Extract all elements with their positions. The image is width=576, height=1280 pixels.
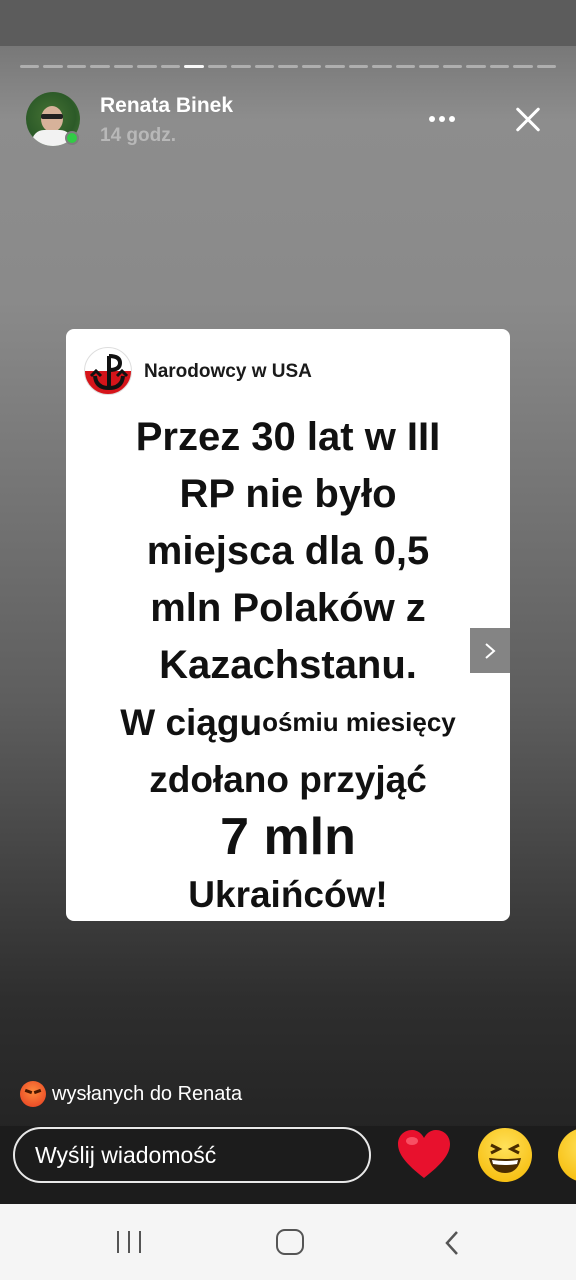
progress-segment — [90, 65, 110, 68]
heart-reaction-icon[interactable] — [396, 1128, 452, 1182]
progress-segment — [442, 65, 463, 68]
post-line: zdołano przyjąć — [149, 759, 427, 800]
progress-segment — [325, 65, 345, 68]
back-icon[interactable] — [438, 1228, 466, 1258]
more-dot-icon — [429, 116, 435, 122]
sent-reactions-note: wysłanych do Renata — [20, 1080, 242, 1108]
laughing-face-icon — [489, 1143, 521, 1173]
chevron-right-icon — [485, 642, 496, 659]
post-line: W ciąguośmiu miesięcy — [66, 694, 510, 751]
more-options-button[interactable] — [420, 104, 464, 134]
progress-segment — [372, 65, 392, 68]
progress-segment — [43, 65, 63, 68]
progress-segment — [348, 65, 369, 68]
recents-icon[interactable] — [112, 1228, 146, 1258]
progress-segment — [466, 65, 486, 68]
progress-segment — [419, 65, 439, 68]
story-progress-bar — [20, 65, 557, 69]
avatar-glasses — [41, 114, 63, 119]
post-line: Kazachstanu. — [159, 643, 417, 687]
progress-segment — [513, 65, 533, 68]
close-icon[interactable] — [506, 98, 550, 142]
progress-segment — [278, 65, 298, 68]
post-line: Ukraińców! — [188, 874, 388, 915]
post-line: Przez 30 lat w III — [135, 415, 441, 459]
online-status-dot — [65, 131, 79, 145]
next-story-button[interactable] — [470, 628, 510, 673]
more-dot-icon — [449, 116, 455, 122]
story-viewer: Renata Binek 14 godz. Narodowcy w USA Pr… — [0, 0, 576, 1280]
laughing-reaction-icon[interactable] — [478, 1128, 532, 1182]
post-line: mln Polaków z — [150, 586, 426, 630]
progress-segment — [160, 65, 181, 68]
message-input[interactable]: Wyślij wiadomość — [13, 1127, 371, 1183]
story-timestamp: 14 godz. — [100, 125, 177, 146]
progress-segment — [395, 65, 416, 68]
kotwica-icon — [89, 354, 129, 391]
post-line-prefix: W ciągu — [120, 702, 263, 743]
home-icon[interactable] — [276, 1229, 304, 1255]
page-name: Narodowcy w USA — [144, 361, 312, 382]
status-bar — [0, 0, 576, 46]
page-logo-anchor-icon — [84, 347, 132, 395]
progress-segment — [301, 65, 322, 68]
avatar-face — [41, 106, 63, 132]
progress-segment — [489, 65, 510, 68]
progress-segment — [66, 65, 87, 68]
progress-segment — [20, 65, 40, 68]
progress-segment — [254, 65, 275, 68]
post-line: miejsca dla 0,5 — [146, 529, 430, 573]
post-text: Przez 30 lat w III RP nie było miejsca d… — [66, 409, 510, 921]
post-line-highlight: 7 mln — [220, 808, 356, 866]
progress-segment — [207, 65, 228, 68]
progress-segment — [113, 65, 134, 68]
progress-segment — [137, 65, 157, 68]
angry-face-icon — [20, 1081, 46, 1107]
progress-segment — [536, 65, 557, 68]
shared-post-card[interactable]: Narodowcy w USA Przez 30 lat w III RP ni… — [66, 329, 510, 921]
story-author-name[interactable]: Renata Binek — [100, 94, 233, 118]
post-line: RP nie było — [179, 472, 397, 516]
more-dot-icon — [439, 116, 445, 122]
sent-reactions-text: wysłanych do Renata — [52, 1082, 243, 1105]
progress-segment — [184, 65, 204, 68]
post-line-suffix: ośmiu miesięcy — [262, 707, 456, 737]
progress-segment — [231, 65, 251, 68]
post-header: Narodowcy w USA — [66, 329, 510, 407]
